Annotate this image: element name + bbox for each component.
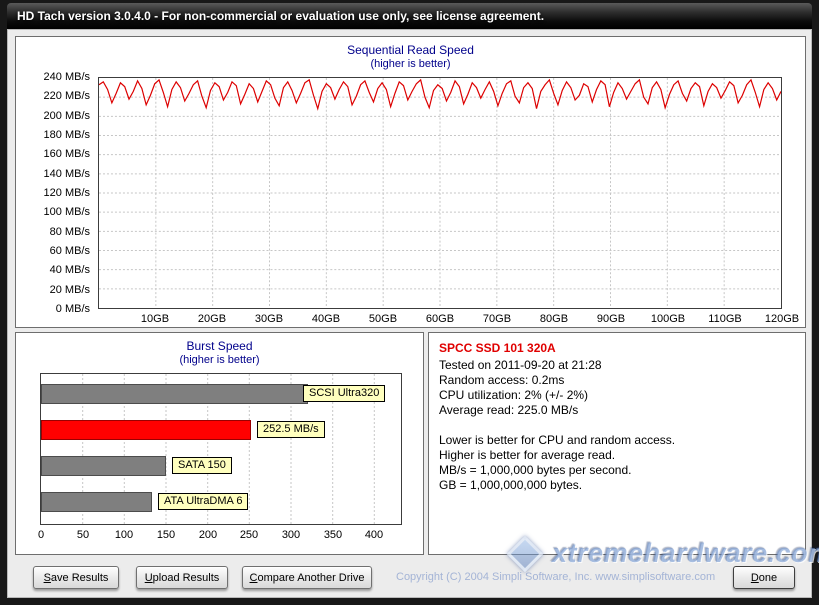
seq-x-axis-tick: 30GB	[239, 313, 299, 325]
hd-tach-window: HD Tach version 3.0.4.0 - For non-commer…	[0, 0, 819, 605]
titlebar[interactable]: HD Tach version 3.0.4.0 - For non-commer…	[7, 3, 812, 29]
compare-another-drive-button[interactable]: Compare Another Drive	[242, 566, 372, 589]
burst-chart-subtitle: (higher is better)	[16, 354, 423, 366]
burst-x-axis-tick: 250	[233, 529, 265, 541]
button-label: one	[759, 572, 777, 584]
burst-bar-label: ATA UltraDMA 6	[158, 493, 248, 510]
sequential-read-panel: Sequential Read Speed (higher is better)…	[15, 36, 806, 328]
seq-x-axis-tick: 70GB	[467, 313, 527, 325]
seq-y-axis-tick: 140 MB/s	[16, 168, 90, 180]
burst-bar	[41, 384, 308, 404]
drive-name: SPCC SSD 101 320A	[439, 341, 795, 355]
sequential-line-chart	[98, 77, 782, 309]
seq-y-axis-tick: 0 MB/s	[16, 303, 90, 315]
seq-y-axis-tick: 100 MB/s	[16, 206, 90, 218]
seq-x-axis-tick: 60GB	[410, 313, 470, 325]
seq-x-axis-tick: 20GB	[182, 313, 242, 325]
client-area: Sequential Read Speed (higher is better)…	[7, 29, 812, 598]
button-label: S	[44, 572, 51, 584]
seq-y-axis-tick: 40 MB/s	[16, 264, 90, 276]
burst-x-axis-tick: 0	[25, 529, 57, 541]
info-line: Higher is better for average read.	[439, 448, 795, 463]
drive-info-lines: Tested on 2011-09-20 at 21:28Random acce…	[439, 358, 795, 493]
seq-y-axis-tick: 200 MB/s	[16, 110, 90, 122]
seq-x-axis-tick: 40GB	[296, 313, 356, 325]
burst-bar-label: SATA 150	[172, 457, 232, 474]
copyright-text: Copyright (C) 2004 Simpli Software, Inc.…	[396, 571, 715, 583]
burst-bar-label: SCSI Ultra320	[303, 385, 385, 402]
button-label: U	[145, 572, 153, 584]
sequential-chart-title: Sequential Read Speed	[16, 43, 805, 57]
burst-bar-chart: SCSI Ultra320 252.5 MB/s SATA 150 ATA Ultra…	[40, 373, 402, 525]
burst-bar	[41, 420, 251, 440]
seq-x-axis-tick: 80GB	[524, 313, 584, 325]
sequential-chart-subtitle: (higher is better)	[16, 58, 805, 70]
burst-x-axis-tick: 150	[150, 529, 182, 541]
button-label: ave Results	[51, 572, 108, 584]
window-title: HD Tach version 3.0.4.0 - For non-commer…	[17, 9, 544, 23]
info-line: Random access: 0.2ms	[439, 373, 795, 388]
button-label: pload Results	[153, 572, 220, 584]
info-line: CPU utilization: 2% (+/- 2%)	[439, 388, 795, 403]
burst-bar	[41, 492, 152, 512]
seq-y-axis-tick: 120 MB/s	[16, 187, 90, 199]
info-line: MB/s = 1,000,000 bytes per second.	[439, 463, 795, 478]
seq-x-axis-tick: 10GB	[125, 313, 185, 325]
seq-y-axis-tick: 80 MB/s	[16, 226, 90, 238]
burst-x-axis-tick: 200	[192, 529, 224, 541]
seq-x-axis-tick: 90GB	[581, 313, 641, 325]
burst-bar	[41, 456, 166, 476]
info-line: Average read: 225.0 MB/s	[439, 403, 795, 418]
info-line: Lower is better for CPU and random acces…	[439, 433, 795, 448]
button-label: D	[751, 572, 759, 584]
seq-y-axis-tick: 60 MB/s	[16, 245, 90, 257]
burst-chart-title: Burst Speed	[16, 339, 423, 353]
info-line: Tested on 2011-09-20 at 21:28	[439, 358, 795, 373]
drive-info-panel: SPCC SSD 101 320A Tested on 2011-09-20 a…	[428, 332, 806, 555]
info-line	[439, 418, 795, 433]
seq-y-axis-tick: 160 MB/s	[16, 148, 90, 160]
burst-x-axis-tick: 300	[275, 529, 307, 541]
seq-y-axis-tick: 240 MB/s	[16, 71, 90, 83]
done-button[interactable]: Done	[733, 566, 795, 589]
burst-speed-panel: Burst Speed (higher is better) SCSI Ultr…	[15, 332, 424, 555]
burst-x-axis-tick: 50	[67, 529, 99, 541]
info-line: GB = 1,000,000,000 bytes.	[439, 478, 795, 493]
burst-bar-label: 252.5 MB/s	[257, 421, 325, 438]
burst-x-axis-tick: 400	[358, 529, 390, 541]
seq-x-axis-tick: 100GB	[638, 313, 698, 325]
upload-results-button[interactable]: Upload Results	[136, 566, 228, 589]
save-results-button[interactable]: Save Results	[33, 566, 119, 589]
seq-x-axis-tick: 110GB	[695, 313, 755, 325]
seq-x-axis-tick: 120GB	[752, 313, 812, 325]
burst-x-axis-tick: 350	[317, 529, 349, 541]
seq-x-axis-tick: 50GB	[353, 313, 413, 325]
seq-y-axis-tick: 20 MB/s	[16, 284, 90, 296]
burst-x-axis-tick: 100	[108, 529, 140, 541]
seq-y-axis-tick: 180 MB/s	[16, 129, 90, 141]
seq-y-axis-tick: 220 MB/s	[16, 90, 90, 102]
button-label: ompare Another Drive	[257, 572, 364, 584]
